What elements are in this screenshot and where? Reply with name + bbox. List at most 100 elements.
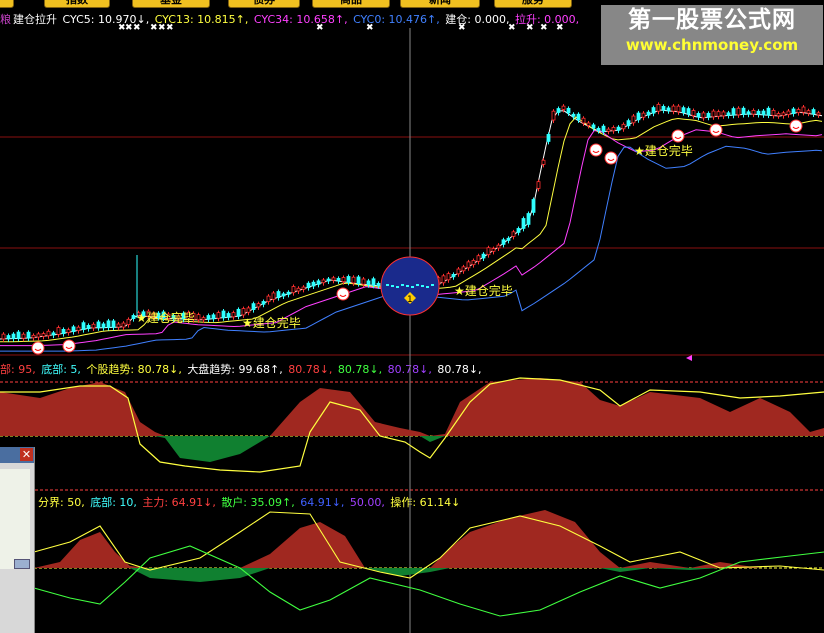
candle-body bbox=[726, 112, 731, 116]
candle-body bbox=[486, 247, 491, 256]
candle-body bbox=[311, 281, 316, 287]
candle-body bbox=[221, 310, 226, 319]
candle-body bbox=[441, 275, 446, 284]
candle-body bbox=[346, 276, 351, 283]
candle-body bbox=[361, 278, 366, 285]
mini-window-slider[interactable] bbox=[14, 559, 30, 569]
candle-body bbox=[616, 126, 621, 131]
price-chart[interactable]: ★建仓完毕 ★建仓完毕★建仓完毕★建仓完毕1✖ ✖ ✖ ✖ ✖ ✖ ✖ ✖ ✖ ✖ ✖ ✖ ✖ bbox=[0, 0, 824, 362]
candle-body bbox=[561, 105, 566, 110]
candle-body bbox=[791, 108, 796, 114]
smiley-marker-icon bbox=[336, 287, 350, 301]
retail-line bbox=[33, 545, 824, 617]
candle-body bbox=[536, 181, 541, 189]
candle-body bbox=[286, 291, 291, 295]
candle-body bbox=[466, 261, 471, 269]
candle-body bbox=[471, 260, 476, 266]
smiley-marker-icon bbox=[789, 119, 803, 133]
candle-body bbox=[106, 320, 111, 328]
candle-body bbox=[111, 320, 116, 328]
candle-body bbox=[246, 307, 251, 313]
candle-body bbox=[816, 112, 821, 116]
diamond-marker-value: 1 bbox=[407, 295, 413, 305]
signal-star-icon: ✖ bbox=[166, 23, 174, 33]
candle-body bbox=[721, 111, 726, 117]
candle-body bbox=[671, 105, 676, 112]
candle-body bbox=[626, 120, 631, 127]
candle-body bbox=[46, 330, 51, 337]
cursor-highlight-circle bbox=[380, 256, 440, 316]
candle-body bbox=[516, 228, 521, 233]
candle-body bbox=[806, 110, 811, 114]
candle-body bbox=[406, 285, 409, 287]
trend-indicator-chart[interactable] bbox=[0, 362, 824, 492]
candle-body bbox=[736, 107, 741, 116]
candle-body bbox=[6, 335, 11, 340]
candle-body bbox=[276, 291, 281, 299]
candle-body bbox=[236, 308, 241, 317]
force-indicator-chart[interactable] bbox=[0, 492, 824, 633]
signal-star-icon: ✖ bbox=[125, 23, 133, 33]
candle-body bbox=[196, 314, 201, 321]
candle-body bbox=[421, 285, 424, 287]
candle-body bbox=[496, 244, 501, 249]
candle-body bbox=[581, 117, 586, 124]
candle-body bbox=[366, 280, 371, 286]
candle-body bbox=[746, 111, 751, 115]
candle-body bbox=[126, 318, 131, 326]
candle-body bbox=[716, 111, 721, 117]
candle-body bbox=[621, 123, 626, 130]
signal-star-icon: ✖ bbox=[526, 23, 534, 33]
smiley-marker-icon bbox=[671, 129, 685, 143]
signal-star-icon: ✖ bbox=[458, 23, 466, 33]
bull-area bbox=[0, 378, 824, 436]
candle-body bbox=[266, 295, 271, 302]
candle-body bbox=[1, 333, 6, 340]
candle-body bbox=[336, 277, 341, 282]
candle-body bbox=[291, 286, 296, 294]
candle-body bbox=[646, 111, 651, 116]
candle-body bbox=[31, 334, 36, 339]
candle-body bbox=[326, 278, 331, 282]
candle-body bbox=[201, 317, 206, 321]
candle-body bbox=[771, 109, 776, 116]
completion-label: ★建仓完毕 bbox=[136, 310, 195, 325]
candle-body bbox=[591, 124, 596, 129]
close-icon[interactable]: ✕ bbox=[20, 448, 33, 461]
candle-body bbox=[731, 108, 736, 116]
candle-body bbox=[331, 277, 336, 281]
candle-body bbox=[706, 112, 711, 118]
candle-body bbox=[551, 110, 556, 121]
candle-body bbox=[541, 159, 546, 165]
candle-body bbox=[391, 285, 394, 287]
signal-star-icon: ✖ bbox=[133, 23, 141, 33]
candle-body bbox=[631, 115, 636, 124]
floating-mini-window[interactable]: ✕ bbox=[0, 447, 35, 633]
signal-star-icon: ✖ bbox=[540, 23, 548, 33]
triangle-marker-icon bbox=[686, 355, 692, 361]
candle-body bbox=[41, 333, 46, 337]
candle-body bbox=[776, 113, 781, 117]
candle-body bbox=[701, 112, 706, 119]
candle-body bbox=[521, 218, 526, 229]
signal-star-icon: ✖ bbox=[150, 23, 158, 33]
candle-body bbox=[316, 280, 321, 285]
smiley-marker-icon bbox=[589, 143, 603, 157]
completion-label: ★建仓完毕 bbox=[634, 143, 693, 158]
candle-body bbox=[226, 313, 231, 318]
candle-body bbox=[476, 255, 481, 262]
candle-body bbox=[711, 110, 716, 118]
candle-body bbox=[416, 284, 419, 286]
candle-body bbox=[216, 312, 221, 319]
candle-body bbox=[241, 308, 246, 316]
candle-body bbox=[16, 331, 21, 339]
candle-body bbox=[36, 333, 41, 338]
candle-body bbox=[121, 322, 126, 328]
candle-body bbox=[681, 107, 686, 113]
candle-body bbox=[26, 331, 31, 339]
candle-body bbox=[116, 323, 121, 328]
candle-body bbox=[76, 326, 81, 331]
candle-body bbox=[411, 286, 414, 288]
completion-label: ★建仓完毕 bbox=[454, 283, 513, 298]
candle-body bbox=[596, 127, 601, 131]
